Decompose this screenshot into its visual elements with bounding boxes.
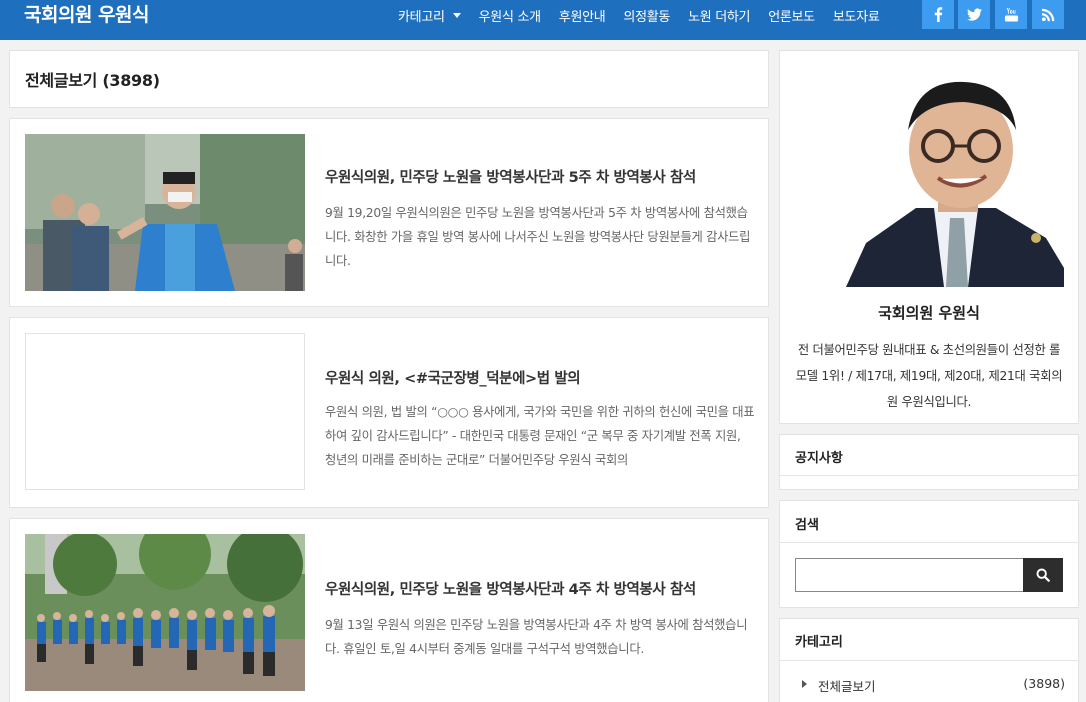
nav-item-support[interactable]: 후원안내	[559, 6, 606, 25]
nav-item-press-coverage[interactable]: 언론보도	[768, 6, 815, 25]
widget-title-notice: 공지사항	[795, 451, 843, 466]
notice-widget: 공지사항	[779, 434, 1079, 490]
profile-name: 국회의원 우원식	[878, 304, 980, 322]
widget-title-category: 카테고리	[795, 635, 843, 650]
nav-item-label: 카테고리	[398, 9, 445, 25]
post-excerpt: 우원식 의원, 법 발의 “○○○ 용사에게, 국가와 국민을 위한 귀하의 헌…	[325, 405, 755, 467]
post-title[interactable]: 우원식의원, 민주당 노원을 방역봉사단과 5주 차 방역봉사 참석	[325, 166, 696, 187]
chevron-right-icon	[802, 680, 807, 688]
facebook-icon[interactable]	[922, 0, 954, 29]
profile-widget: 국회의원 우원식 전 더불어민주당 원내대표 & 초선의원들이 선정한 롤모델 …	[779, 50, 1079, 424]
nav-item-press-release[interactable]: 보도자료	[833, 6, 880, 25]
nav-item-category[interactable]: 카테고리	[398, 6, 461, 25]
widget-divider	[780, 542, 1078, 543]
category-count: (3898)	[1023, 676, 1065, 691]
nav-item-nowon[interactable]: 노원 더하기	[688, 6, 750, 25]
twitter-icon[interactable]	[958, 0, 990, 29]
rss-icon[interactable]	[1032, 0, 1064, 29]
post-thumbnail[interactable]	[25, 333, 305, 490]
widget-title-search: 검색	[795, 518, 819, 533]
widget-divider	[780, 660, 1078, 661]
post-card: 우원식 의원, <#국군장병_덕분에>법 발의 우원식 의원, 법 발의 “○○…	[9, 317, 769, 508]
main-nav: 카테고리 우원식 소개 후원안내 의정활동 노원 더하기 언론보도 보도자료	[398, 0, 897, 30]
post-excerpt: 9월 19,20일 우원식의원은 민주당 노원을 방역봉사단과 5주 차 방역봉…	[325, 206, 751, 268]
profile-description: 전 더불어민주당 원내대표 & 초선의원들이 선정한 롤모델 1위! / 제17…	[795, 343, 1063, 409]
post-title[interactable]: 우원식의원, 민주당 노원을 방역봉사단과 4주 차 방역봉사 참석	[325, 578, 696, 599]
post-card: 우원식의원, 민주당 노원을 방역봉사단과 5주 차 방역봉사 참석 9월 19…	[9, 118, 769, 307]
post-thumbnail[interactable]	[25, 134, 305, 291]
site-title[interactable]: 국회의원 우원식	[24, 2, 149, 28]
category-item-all[interactable]: 전체글보기 (3898)	[800, 676, 1065, 694]
nav-item-about[interactable]: 우원식 소개	[479, 6, 541, 25]
chevron-down-icon	[452, 12, 461, 18]
post-excerpt: 9월 13일 우원식 의원은 민주당 노원을 방역봉사단과 4주 차 방역 봉사…	[325, 618, 748, 656]
page-title: 전체글보기 (3898)	[25, 71, 160, 90]
search-input[interactable]	[795, 558, 1024, 592]
top-navigation-bar: 국회의원 우원식 카테고리 우원식 소개 후원안내 의정활동 노원 더하기 언론…	[0, 0, 1086, 40]
post-title[interactable]: 우원식 의원, <#국군장병_덕분에>법 발의	[325, 367, 581, 388]
search-icon	[1036, 568, 1050, 582]
category-widget: 카테고리 전체글보기 (3898)	[779, 618, 1079, 702]
search-button[interactable]	[1023, 558, 1063, 592]
nav-item-activities[interactable]: 의정활동	[623, 6, 670, 25]
search-widget: 검색	[779, 500, 1079, 608]
page-heading-box: 전체글보기 (3898)	[9, 50, 769, 108]
profile-photo	[846, 68, 1064, 287]
post-thumbnail[interactable]	[25, 534, 305, 691]
youtube-icon[interactable]	[995, 0, 1027, 29]
widget-divider	[780, 475, 1078, 476]
post-card: 우원식의원, 민주당 노원을 방역봉사단과 4주 차 방역봉사 참석 9월 13…	[9, 518, 769, 702]
category-label[interactable]: 전체글보기	[818, 676, 876, 695]
